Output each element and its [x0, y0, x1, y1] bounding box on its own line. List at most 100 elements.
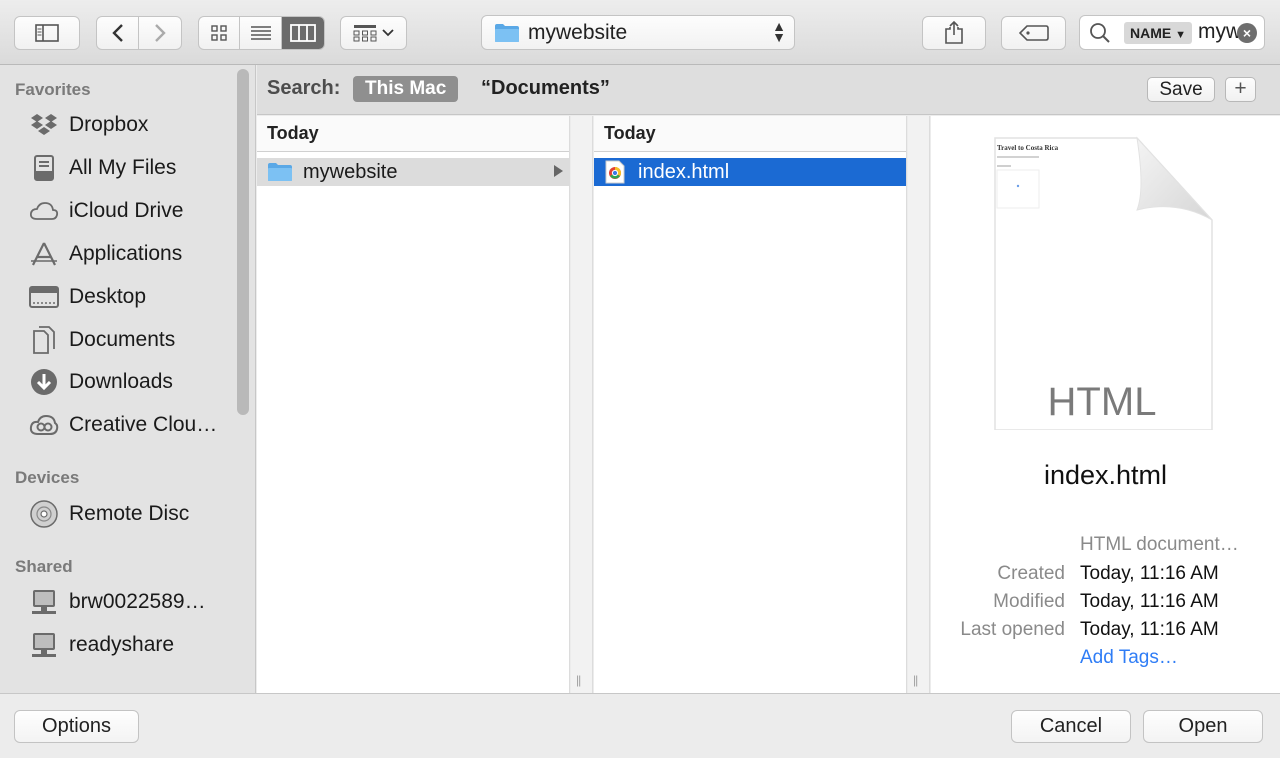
column-header: Today [257, 116, 569, 152]
location-label: mywebsite [528, 20, 628, 44]
clear-search-icon[interactable]: × [1237, 23, 1257, 43]
sidebar-item-label: Dropbox [69, 113, 149, 136]
file-type-label: HTML [1048, 380, 1157, 424]
open-button[interactable]: Open [1143, 710, 1263, 743]
desktop-icon [28, 283, 60, 311]
sidebar-item-label: Applications [69, 242, 183, 265]
chrome-html-file-icon [605, 160, 625, 184]
list-icon [250, 26, 271, 40]
toolbar: mywebsite ▲ ▼ NAME ▼ myw × [0, 0, 1280, 65]
search-token-name[interactable]: NAME ▼ [1124, 22, 1193, 44]
chevron-right-icon [155, 24, 166, 42]
sidebar-item-creative-cloud[interactable]: Creative Clou… [28, 408, 228, 442]
sidebar-item-downloads[interactable]: Downloads [28, 365, 228, 399]
sidebar-item-readyshare[interactable]: readyshare [28, 628, 228, 662]
sidebar-header-devices: Devices [15, 468, 80, 487]
arrange-menu-button[interactable] [340, 16, 407, 50]
browser-column-2: Today index.html [594, 116, 907, 693]
back-button[interactable] [97, 17, 140, 49]
dialog-button-bar: Options Cancel Open [0, 693, 1280, 758]
share-icon [945, 20, 963, 44]
chevron-down-icon [382, 29, 394, 37]
modified-label: Modified [993, 591, 1065, 612]
scope-documents-button[interactable]: “Documents” [481, 77, 610, 100]
columns-icon [289, 24, 316, 42]
list-item-label: mywebsite [303, 160, 398, 183]
location-popup[interactable]: mywebsite ▲ ▼ [481, 15, 795, 50]
download-icon [28, 368, 60, 396]
share-button[interactable] [922, 16, 986, 50]
save-search-button[interactable]: Save [1147, 77, 1215, 102]
preview-pane: Travel to Costa Rica HTML index.html HTM… [931, 116, 1280, 693]
last-opened-label: Last opened [960, 619, 1065, 640]
tag-icon [1018, 25, 1049, 41]
chevron-down-icon: ▼ [1175, 29, 1187, 41]
column-resize-handle[interactable]: || [913, 673, 918, 687]
dropbox-icon [28, 111, 60, 139]
file-preview-thumbnail: Travel to Costa Rica HTML [994, 136, 1213, 430]
add-criteria-button[interactable]: + [1225, 77, 1256, 102]
column-view-button[interactable] [281, 17, 324, 49]
list-view-button[interactable] [240, 17, 282, 49]
list-item-label: index.html [638, 160, 730, 183]
search-icon [1090, 23, 1110, 43]
column-divider-1: || [571, 116, 593, 693]
network-computer-icon [28, 588, 60, 616]
search-scope-label: Search: [267, 77, 341, 99]
icon-view-button[interactable] [199, 17, 241, 49]
sidebar-item-label: brw0022589… [69, 590, 206, 613]
created-value: Today, 11:16 AM [1080, 563, 1219, 584]
sidebar-item-label: Documents [69, 328, 176, 351]
search-input-text[interactable]: myw [1198, 20, 1238, 44]
thumbnail-title: Travel to Costa Rica [997, 144, 1059, 152]
tags-button[interactable] [1001, 16, 1066, 50]
sidebar-scrollbar[interactable] [237, 69, 249, 415]
sidebar-item-documents[interactable]: Documents [28, 323, 228, 357]
creative-cloud-icon [28, 411, 60, 439]
sidebar-icon [35, 24, 59, 42]
chevron-left-icon [111, 24, 123, 42]
sidebar-item-desktop[interactable]: Desktop [28, 280, 228, 314]
sidebar-item-label: Desktop [69, 285, 147, 308]
cancel-button[interactable]: Cancel [1011, 710, 1131, 743]
sidebar-item-label: iCloud Drive [69, 199, 184, 222]
sidebar-item-brw-server[interactable]: brw0022589… [28, 585, 228, 619]
last-opened-value: Today, 11:16 AM [1080, 619, 1219, 640]
history-nav [96, 16, 182, 50]
sidebar-item-remote-disc[interactable]: Remote Disc [28, 497, 228, 531]
scope-this-mac-button[interactable]: This Mac [353, 76, 459, 102]
sidebar-item-label: All My Files [69, 156, 177, 179]
sidebar-item-label: readyshare [69, 633, 175, 656]
all-files-icon [28, 154, 60, 182]
sidebar-item-all-my-files[interactable]: All My Files [28, 151, 228, 185]
search-scope-bar: Search: This Mac “Documents” Save + [257, 65, 1280, 115]
icon-grid-icon [211, 25, 227, 41]
sidebar-item-dropbox[interactable]: Dropbox [28, 108, 228, 142]
browser-column-1: Today mywebsite [257, 116, 570, 693]
sidebar-item-label: Creative Clou… [69, 413, 218, 436]
view-mode-control [198, 16, 325, 50]
sidebar-item-label: Remote Disc [69, 502, 190, 525]
folder-icon [268, 163, 292, 181]
sidebar-item-label: Downloads [69, 370, 173, 393]
column-divider-2: || [908, 116, 930, 693]
list-item-index-html[interactable]: index.html [594, 158, 906, 186]
search-field[interactable]: NAME ▼ myw × [1079, 15, 1265, 50]
folder-icon [495, 23, 519, 42]
updown-arrows-icon: ▲ ▼ [772, 18, 786, 45]
disclosure-arrow-icon [554, 165, 563, 177]
column-resize-handle[interactable]: || [576, 673, 581, 687]
arrange-grid-icon [353, 25, 377, 42]
options-button[interactable]: Options [14, 710, 139, 743]
preview-file-name: index.html [1043, 460, 1168, 490]
sidebar: Favorites Dropbox All My Files iCloud Dr… [0, 65, 256, 693]
add-tags-link[interactable]: Add Tags… [1080, 647, 1178, 669]
sidebar-toggle-button[interactable] [14, 16, 80, 50]
sidebar-item-applications[interactable]: Applications [28, 237, 228, 271]
sidebar-item-icloud-drive[interactable]: iCloud Drive [28, 194, 228, 228]
list-item-mywebsite[interactable]: mywebsite [257, 158, 569, 186]
sidebar-header-favorites: Favorites [15, 80, 91, 99]
forward-button[interactable] [139, 17, 181, 49]
created-label: Created [997, 563, 1065, 584]
sidebar-header-shared: Shared [15, 557, 73, 576]
